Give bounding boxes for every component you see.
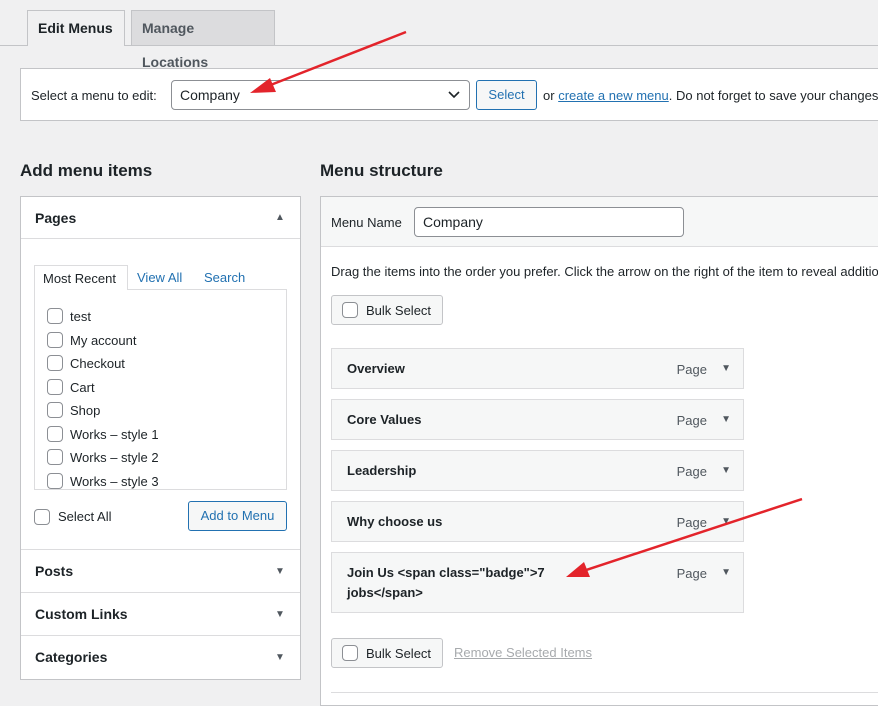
tab-view-all[interactable]: View All [137,270,182,285]
manage-hint: or create a new menu. Do not forget to s… [543,88,878,103]
tab-most-recent-label: Most Recent [43,271,116,286]
menu-item-title: Overview [347,361,405,376]
menu-item[interactable]: Join Us <span class="badge">7 jobs</span… [331,552,744,613]
expand-arrow-icon[interactable]: ▼ [721,567,731,578]
chevron-down-icon [448,91,460,99]
categories-section-header[interactable]: Categories ▼ [21,636,300,679]
page-checkbox[interactable] [47,355,63,371]
select-menu-label: Select a menu to edit: [31,88,157,103]
categories-section-title: Categories [35,649,108,665]
page-checkbox[interactable] [47,308,63,324]
menu-item[interactable]: Why choose us Page ▼ [331,501,744,542]
select-all-checkbox[interactable] [34,509,50,525]
bulk-select-label: Bulk Select [366,303,432,318]
bulk-select-label: Bulk Select [366,646,432,661]
menu-item-title: Why choose us [347,514,443,529]
divider [331,692,878,693]
custom-links-section-header[interactable]: Custom Links ▼ [21,593,300,635]
page-checkbox[interactable] [47,379,63,395]
expand-arrow-icon[interactable]: ▼ [275,609,285,620]
menu-item[interactable]: Overview Page ▼ [331,348,744,389]
select-all-label: Select All [58,509,112,524]
menu-structure-heading: Menu structure [320,161,443,180]
tab-search[interactable]: Search [204,270,245,285]
menu-item-type: Page [676,566,707,581]
menu-item-title: Core Values [347,412,422,427]
page-checkbox[interactable] [47,402,63,418]
remove-selected-items-link[interactable]: Remove Selected Items [454,645,592,660]
expand-arrow-icon[interactable]: ▼ [275,652,285,663]
menu-select[interactable]: Company [171,80,470,110]
expand-arrow-icon[interactable]: ▼ [275,566,285,577]
menu-item-type: Page [676,464,707,479]
page-label: Works – style 1 [70,427,159,442]
page-label: Works – style 3 [70,474,159,489]
menu-item[interactable]: Leadership Page ▼ [331,450,744,491]
expand-arrow-icon[interactable]: ▼ [721,363,731,374]
menu-item-title-line1: Join Us <span class="badge">7 [347,565,545,580]
tab-most-recent[interactable]: Most Recent [34,265,128,290]
menu-name-label: Menu Name [331,215,402,230]
expand-arrow-icon[interactable]: ▼ [721,465,731,476]
posts-section-title: Posts [35,563,74,579]
page-checkbox[interactable] [47,449,63,465]
menu-item[interactable]: Core Values Page ▼ [331,399,744,440]
menu-name-input[interactable]: Company [414,207,684,237]
tabs-divider [0,45,878,46]
tab-manage-locations[interactable]: Manage Locations [131,10,275,70]
add-to-menu-button[interactable]: Add to Menu [188,501,287,531]
page-label: My account [70,333,137,348]
menu-name-value: Company [423,214,483,230]
page-checkbox[interactable] [47,426,63,442]
page-checkbox[interactable] [47,332,63,348]
page-label: test [70,309,91,324]
posts-section-header[interactable]: Posts ▼ [21,550,300,592]
tab-edit-menus[interactable]: Edit Menus [27,10,125,46]
bulk-select-button-bottom[interactable]: Bulk Select [331,638,443,668]
pages-section-title: Pages [35,210,77,226]
expand-arrow-icon[interactable]: ▼ [721,414,731,425]
bulk-select-checkbox[interactable] [342,302,358,318]
menu-item-title-line2: jobs</span> [347,585,423,600]
menu-item-title: Leadership [347,463,417,478]
page-label: Shop [70,403,101,418]
page-label: Checkout [70,356,125,371]
menu-item-type: Page [676,362,707,377]
create-menu-link[interactable]: create a new menu [558,88,669,103]
custom-links-section-title: Custom Links [35,606,128,622]
add-menu-items-heading: Add menu items [20,161,153,180]
save-hint: . Do not forget to save your changes! [668,88,878,103]
select-menu-button[interactable]: Select [476,80,537,110]
pages-checklist[interactable]: test My account Checkout Cart Shop Works… [34,289,287,490]
page-label: Works – style 2 [70,450,159,465]
menu-select-value: Company [180,87,240,103]
expand-arrow-icon[interactable]: ▼ [721,516,731,527]
menu-item-type: Page [676,413,707,428]
or-text: or [543,88,555,103]
page-checkbox[interactable] [47,473,63,489]
collapse-arrow-icon[interactable]: ▲ [275,212,285,223]
drag-instructions: Drag the items into the order you prefer… [331,264,878,279]
page-label: Cart [70,380,95,395]
bulk-select-checkbox[interactable] [342,645,358,661]
bulk-select-button[interactable]: Bulk Select [331,295,443,325]
menu-item-type: Page [676,515,707,530]
